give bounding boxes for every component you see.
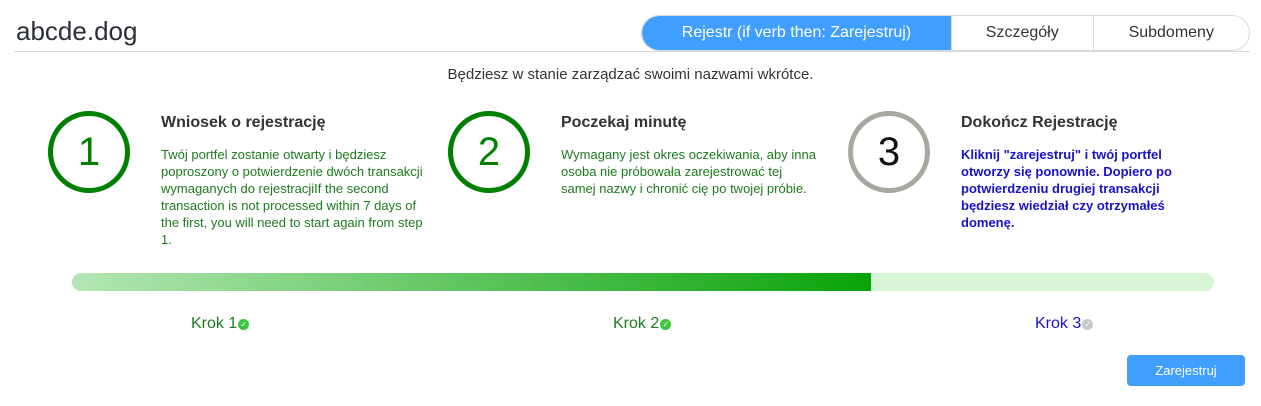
- check-circle-icon: ✓: [1082, 318, 1094, 330]
- progress-bar: [72, 273, 1214, 291]
- step-3-title: Dokończ Rejestrację: [961, 114, 1118, 131]
- tab-register[interactable]: Rejestr (if verb then: Zarejestruj): [642, 16, 951, 50]
- krok-1-label: Krok 1 ✓: [191, 315, 250, 333]
- tab-bar: Rejestr (if verb then: Zarejestruj) Szcz…: [641, 15, 1250, 51]
- register-button[interactable]: Zarejestruj: [1127, 355, 1245, 386]
- check-circle-icon: ✓: [238, 318, 250, 330]
- krok-2-label: Krok 2 ✓: [613, 315, 672, 333]
- step-1-description: Twój portfel zostanie otwarty i będziesz…: [161, 147, 423, 247]
- progress-fill: [72, 273, 872, 291]
- step-1-circle: 1: [48, 111, 130, 193]
- krok-2-text: Krok 2: [613, 315, 660, 332]
- header-divider: [14, 51, 1250, 52]
- domain-title: abcde.dog: [16, 16, 138, 46]
- step-2-title: Poczekaj minutę: [561, 114, 687, 131]
- tab-details[interactable]: Szczegóły: [950, 16, 1093, 50]
- krok-3-label: Krok 3 ✓: [1035, 315, 1094, 333]
- krok-1-text: Krok 1: [191, 315, 238, 332]
- page-subtitle: Będziesz w stanie zarządzać swoimi nazwa…: [447, 66, 814, 83]
- step-2-description: Wymagany jest okres oczekiwania, aby inn…: [561, 147, 816, 196]
- step-3-circle: 3: [848, 111, 930, 193]
- step-3-description: Kliknij "zarejestruj" i twój portfel otw…: [961, 147, 1172, 230]
- tab-subdomains[interactable]: Subdomeny: [1092, 16, 1249, 50]
- check-circle-icon: ✓: [660, 318, 672, 330]
- krok-3-text: Krok 3: [1035, 315, 1082, 332]
- step-2-circle: 2: [448, 111, 530, 193]
- step-1-title: Wniosek o rejestrację: [161, 114, 326, 131]
